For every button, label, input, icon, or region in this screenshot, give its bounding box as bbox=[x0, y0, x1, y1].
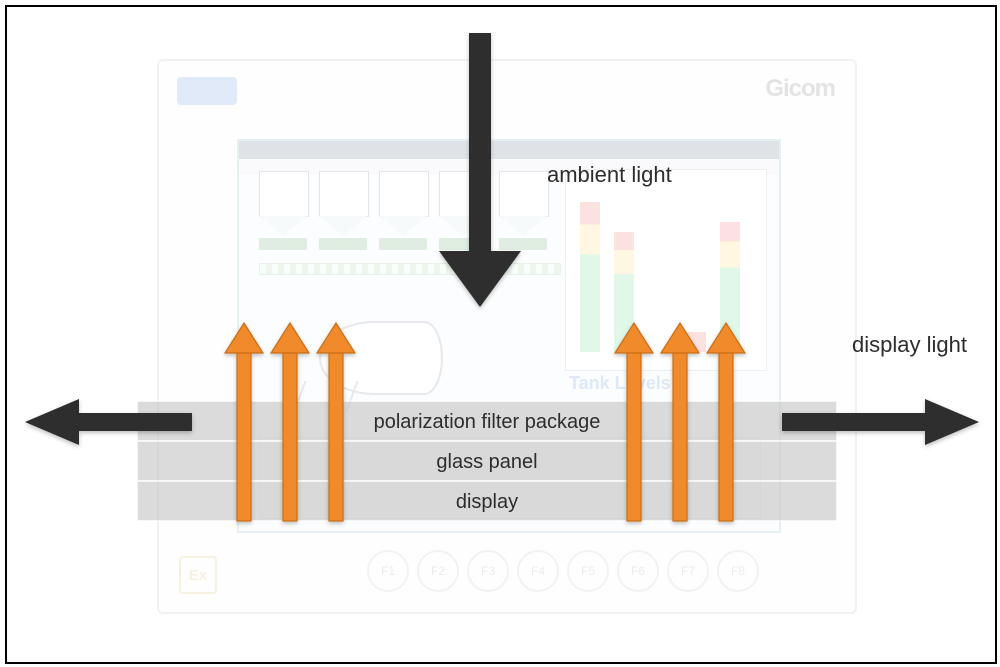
ambient-light-arrow bbox=[439, 33, 521, 307]
diagram-frame: Gicom Tank Levels F1 F2 F3 F4 F5 F6 F7 bbox=[5, 5, 997, 664]
label-display-light: display light bbox=[852, 332, 967, 357]
label-ambient-light: ambient light bbox=[547, 162, 672, 187]
label-layer-display: display bbox=[456, 491, 518, 513]
label-layer-polarization: polarization filter package bbox=[374, 411, 601, 433]
diagram-overlay: ambient light display light polarization… bbox=[7, 7, 995, 662]
display-light-arrows-left bbox=[225, 323, 355, 521]
label-layer-glass: glass panel bbox=[436, 451, 537, 473]
display-light-arrows-right bbox=[615, 323, 745, 521]
